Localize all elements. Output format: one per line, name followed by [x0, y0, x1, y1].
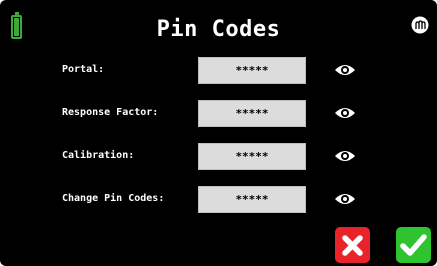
eye-icon[interactable]	[334, 149, 356, 163]
pin-row-label: Response Factor:	[62, 107, 159, 118]
x-icon	[342, 235, 363, 256]
pin-row-change-pin-codes: Change Pin Codes: *****	[0, 184, 437, 216]
eye-icon[interactable]	[334, 106, 356, 120]
pin-codes-screen: Pin Codes Portal: ***** Response Factor:…	[0, 0, 437, 266]
header-bar: Pin Codes	[0, 0, 437, 48]
pin-row-calibration: Calibration: *****	[0, 141, 437, 173]
change-pin-codes-pin-field[interactable]: *****	[198, 186, 306, 213]
brand-logo-icon	[411, 16, 429, 34]
pin-row-label: Change Pin Codes:	[62, 193, 165, 204]
pin-row-response-factor: Response Factor: *****	[0, 98, 437, 130]
cancel-button[interactable]	[335, 227, 370, 263]
eye-icon[interactable]	[334, 192, 356, 206]
pin-row-label: Portal:	[62, 64, 105, 75]
page-title: Pin Codes	[156, 17, 281, 42]
portal-pin-field[interactable]: *****	[198, 57, 306, 84]
calibration-pin-field[interactable]: *****	[198, 143, 306, 170]
eye-icon[interactable]	[334, 63, 356, 77]
confirm-button[interactable]	[396, 227, 431, 263]
pin-row-portal: Portal: *****	[0, 55, 437, 87]
checkmark-icon	[400, 234, 427, 256]
response-factor-pin-field[interactable]: *****	[198, 100, 306, 127]
pin-row-label: Calibration:	[62, 150, 135, 161]
